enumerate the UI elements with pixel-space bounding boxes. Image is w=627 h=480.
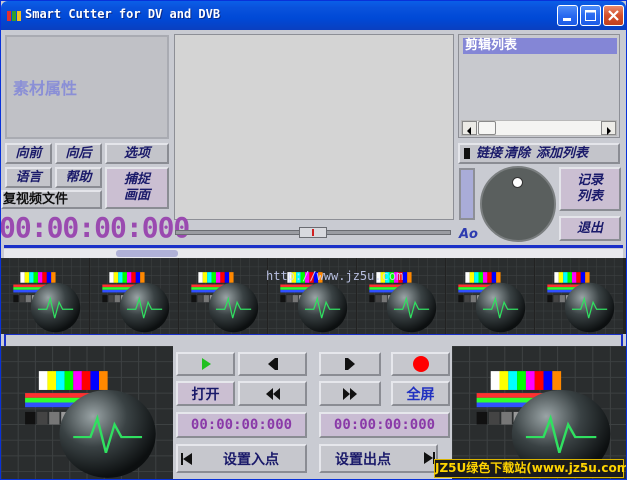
step-forward-button[interactable] (319, 352, 381, 376)
site-banner: JZ5U绿色下载站(www.jz5u.com) (434, 459, 626, 478)
in-point-thumbnail (1, 346, 173, 479)
rewind-icon (265, 387, 280, 400)
capture-button[interactable]: 捕捉画面 (105, 167, 169, 209)
frame-thumbnail-image-1 (89, 258, 178, 334)
set-out-point-button[interactable]: 设置出点 (319, 444, 438, 473)
options-button[interactable]: 选项 (105, 143, 169, 164)
fullscreen-button[interactable]: 全屏 (391, 381, 450, 406)
volume-slider[interactable] (459, 168, 475, 220)
app-icon (7, 11, 21, 21)
app-window: Smart Cutter for DV and DVB 素材属性 剪辑列表 向前 (0, 0, 627, 480)
scroll-left-button[interactable] (462, 121, 477, 135)
link-button[interactable]: 链接 (476, 146, 502, 162)
chevron-left-icon (467, 127, 471, 135)
video-preview[interactable] (174, 34, 454, 220)
maximize-icon (585, 10, 596, 21)
step-back-button[interactable] (238, 352, 307, 376)
play-button[interactable] (176, 352, 235, 376)
add-list-button[interactable]: 添加列表 (536, 146, 588, 162)
help-button[interactable]: 帮助 (55, 167, 102, 188)
position-marker (312, 229, 314, 236)
clip-list-header: 剪辑列表 (463, 38, 617, 54)
jog-wheel-indicator (512, 177, 523, 188)
record-icon (412, 356, 429, 372)
title-bar[interactable]: Smart Cutter for DV and DVB (1, 1, 626, 30)
close-button[interactable] (603, 5, 624, 26)
record-button[interactable] (391, 352, 450, 376)
clip-list-scrollbar[interactable] (461, 120, 617, 136)
prev-button[interactable]: 向前 (5, 143, 52, 164)
next-button[interactable]: 向后 (55, 143, 102, 164)
scroll-right-button[interactable] (601, 121, 616, 135)
step-forward-icon (345, 358, 355, 370)
filmstrip-frame[interactable] (178, 258, 267, 334)
filmstrip-frame[interactable] (534, 258, 623, 334)
timeline-separator (4, 245, 623, 248)
filmstrip-scrollbar[interactable] (4, 249, 623, 258)
frame-thumbnail-image-2 (178, 258, 267, 334)
material-properties-label: 素材属性 (13, 79, 78, 98)
minimize-icon (563, 18, 571, 21)
chevron-right-icon (607, 127, 611, 135)
window-title: Smart Cutter for DV and DVB (25, 7, 221, 21)
to-start-icon (181, 452, 192, 465)
scroll-thumb[interactable] (478, 121, 496, 135)
fast-forward-button[interactable] (319, 381, 381, 406)
set-in-point-button[interactable]: 设置入点 (176, 444, 307, 473)
filmstrip-frame[interactable] (1, 258, 89, 334)
fast-forward-icon (343, 387, 357, 400)
play-icon (201, 358, 211, 370)
step-back-icon (267, 358, 278, 370)
material-properties-panel: 素材属性 (5, 35, 169, 139)
in-point-timecode: 00:00:00:000 (176, 412, 307, 438)
clip-ops-bar: 链接 清除 添加列表 (458, 143, 620, 164)
repair-video-button[interactable]: 复视频文件 (1, 190, 102, 209)
language-button[interactable]: 语言 (5, 167, 52, 188)
minimize-button[interactable] (557, 5, 578, 26)
open-button[interactable]: 打开 (176, 381, 235, 406)
filmstrip-frame[interactable] (89, 258, 178, 334)
frame-thumbnail-image-5 (445, 258, 534, 334)
current-timecode: 00:00:00:000 (0, 211, 190, 244)
record-list-button[interactable]: 记录列表 (559, 167, 621, 211)
set-out-point-label: 设置出点 (335, 451, 391, 468)
open-label: 打开 (191, 386, 220, 403)
audio-label: Ao (459, 227, 478, 242)
watermark-text: http://www.jz5u.com (266, 269, 404, 283)
list-bullet-icon (464, 148, 470, 159)
filmstrip-border (4, 334, 623, 346)
exit-button[interactable]: 退出 (559, 216, 621, 241)
clear-button[interactable]: 清除 (504, 146, 530, 162)
rewind-button[interactable] (238, 381, 307, 406)
set-in-point-label: 设置入点 (223, 451, 279, 468)
frame-thumbnail-image-0 (1, 258, 89, 334)
out-point-timecode: 00:00:00:000 (319, 412, 450, 438)
close-icon (608, 10, 619, 21)
maximize-button[interactable] (580, 5, 601, 26)
frame-thumbnail-image-6 (534, 258, 623, 334)
clip-list-panel[interactable]: 剪辑列表 (458, 34, 620, 138)
filmstrip-scroll-thumb[interactable] (116, 250, 178, 257)
filmstrip-frame[interactable] (445, 258, 534, 334)
in-point-image (1, 346, 173, 479)
fullscreen-label: 全屏 (406, 386, 435, 403)
